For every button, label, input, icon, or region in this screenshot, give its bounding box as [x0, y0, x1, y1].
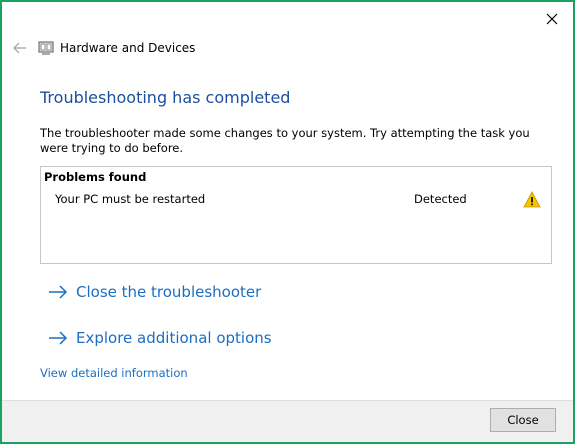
- explore-options-link[interactable]: Explore additional options: [48, 326, 272, 350]
- close-troubleshooter-link[interactable]: Close the troubleshooter: [48, 280, 261, 304]
- troubleshooter-window: Hardware and Devices Troubleshooting has…: [0, 0, 575, 444]
- close-troubleshooter-label: Close the troubleshooter: [76, 283, 262, 301]
- arrow-right-icon: [48, 284, 70, 300]
- problem-row: Your PC must be restarted Detected: [41, 191, 551, 211]
- problem-status: Detected: [414, 192, 467, 206]
- arrow-right-icon: [48, 330, 70, 346]
- close-button[interactable]: Close: [490, 408, 556, 432]
- problem-name: Your PC must be restarted: [55, 192, 206, 206]
- app-title: Hardware and Devices: [60, 41, 196, 55]
- header-bar: Hardware and Devices: [10, 38, 195, 58]
- warning-icon: [523, 191, 541, 208]
- description-text: The troubleshooter made some changes to …: [40, 126, 530, 155]
- problems-found-panel: Problems found Your PC must be restarted…: [40, 166, 552, 264]
- hardware-devices-icon: [38, 41, 54, 55]
- view-detailed-information-link[interactable]: View detailed information: [40, 366, 188, 380]
- page-title: Troubleshooting has completed: [40, 88, 291, 107]
- explore-options-label: Explore additional options: [76, 329, 272, 347]
- close-icon[interactable]: [541, 8, 563, 30]
- footer-bar: Close: [2, 400, 573, 442]
- problems-found-header: Problems found: [44, 170, 147, 184]
- back-arrow-icon[interactable]: [10, 38, 30, 58]
